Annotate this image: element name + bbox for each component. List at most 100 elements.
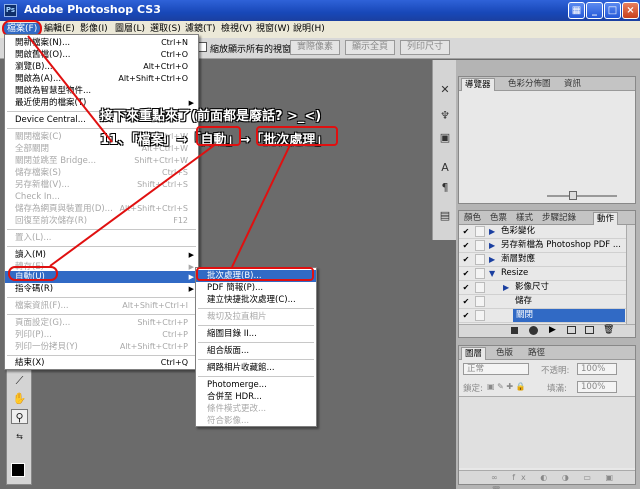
dialog-toggle[interactable] bbox=[475, 282, 485, 293]
expand-arrow-icon[interactable]: ▶ bbox=[489, 253, 495, 266]
play-icon[interactable]: ▶ bbox=[549, 325, 556, 335]
dialog-toggle[interactable] bbox=[475, 240, 485, 251]
zoom-slider-thumb[interactable] bbox=[569, 191, 577, 200]
zoom-slider[interactable] bbox=[547, 195, 617, 197]
tab-navigator[interactable]: 導覽器 bbox=[461, 78, 495, 91]
menu-item-scripts[interactable]: 指令碼(R) ▶ bbox=[5, 283, 198, 295]
swap-colors-icon[interactable]: ⇆ bbox=[11, 429, 28, 444]
tab-channels[interactable]: 色版 bbox=[493, 347, 516, 360]
menu-view[interactable]: 檢視(V) bbox=[218, 23, 255, 36]
tab-layers[interactable]: 圖層 bbox=[461, 347, 487, 360]
clone-source-icon[interactable]: ▣ bbox=[437, 130, 453, 146]
menu-item-close-go-bridge: 關閉並跳至 Bridge... Shift+Ctrl+W bbox=[15, 156, 188, 166]
record-icon[interactable] bbox=[529, 326, 538, 335]
new-set-icon[interactable] bbox=[567, 326, 576, 334]
character-icon[interactable]: A bbox=[437, 160, 453, 176]
submenu-item-conditional-mode-change: 條件模式更改... bbox=[207, 404, 267, 414]
fill-field[interactable]: 100% bbox=[577, 381, 617, 393]
action-row[interactable]: ✔ ▼ Resize bbox=[459, 267, 627, 281]
menu-item-open-as[interactable]: 開啟為(A)... Alt+Shift+Ctrl+O bbox=[5, 73, 198, 85]
check-icon[interactable]: ✔ bbox=[461, 296, 471, 307]
menu-item-open-smart-object[interactable]: 開啟為智慧型物件... bbox=[5, 85, 198, 97]
dialog-toggle[interactable] bbox=[475, 226, 485, 237]
submenu-item-merge-hdr[interactable]: 合併至 HDR... bbox=[196, 391, 316, 403]
trash-icon[interactable]: 🗑 bbox=[603, 325, 614, 335]
menu-item-save-for-web: 儲存為網頁與裝置用(D)... Alt+Shift+Ctrl+S bbox=[15, 204, 188, 214]
layer-comps-icon[interactable]: ▤ bbox=[437, 208, 453, 224]
foreground-color-swatch[interactable] bbox=[11, 463, 25, 477]
new-action-icon[interactable] bbox=[585, 326, 594, 334]
menu-item-import[interactable]: 讀入(M) ▶ bbox=[5, 249, 198, 261]
menu-item-browse[interactable]: 瀏覽(B)... Alt+Ctrl+O bbox=[5, 61, 198, 73]
menu-item-new[interactable]: 開新檔案(N)... Ctrl+N bbox=[5, 37, 198, 49]
menu-item-save-as: 另存新檔(V)... Shift+Ctrl+S bbox=[15, 180, 188, 190]
submenu-item-picture-package[interactable]: 組合版面... bbox=[196, 345, 316, 357]
tab-swatches[interactable]: 色票 bbox=[487, 212, 510, 225]
menu-separator bbox=[7, 246, 196, 247]
zoom-tool-icon[interactable]: ⚲ bbox=[11, 409, 28, 424]
paragraph-icon[interactable]: ¶ bbox=[437, 180, 453, 196]
submenu-arrow-icon: ▶ bbox=[188, 273, 194, 281]
print-size-button[interactable]: 列印尺寸 bbox=[400, 40, 450, 55]
menu-item-exit[interactable]: 結束(X) Ctrl+Q bbox=[5, 357, 198, 369]
fit-screen-button[interactable]: 顯示全頁 bbox=[345, 40, 395, 55]
blend-mode-select[interactable]: 正常 bbox=[463, 363, 529, 375]
check-icon[interactable]: ✔ bbox=[461, 254, 471, 265]
maximize-button[interactable]: □ bbox=[604, 2, 621, 19]
opacity-field[interactable]: 100% bbox=[577, 363, 617, 375]
dialog-toggle[interactable] bbox=[475, 296, 485, 307]
tab-histogram[interactable]: 色彩分佈圖 bbox=[505, 78, 554, 91]
tools-presets-icon[interactable]: ✕ bbox=[437, 82, 453, 98]
check-icon[interactable]: ✔ bbox=[461, 310, 471, 321]
action-row-selected[interactable]: ✔ 關閉 bbox=[459, 309, 627, 323]
tab-paths[interactable]: 路徑 bbox=[525, 347, 548, 360]
expand-arrow-icon[interactable]: ▶ bbox=[489, 239, 495, 252]
menu-help[interactable]: 說明(H) bbox=[290, 23, 328, 36]
eyedropper-tool-icon[interactable]: ⟋ bbox=[11, 373, 28, 388]
tab-color[interactable]: 顏色 bbox=[461, 212, 484, 225]
tab-history[interactable]: 步驟記錄 bbox=[539, 212, 579, 225]
actual-pixels-button[interactable]: 實際像素 bbox=[290, 40, 340, 55]
submenu-item-contact-sheet[interactable]: 縮圖目錄 II... bbox=[196, 328, 316, 340]
submenu-item-pdf-presentation[interactable]: PDF 簡報(P)... bbox=[196, 282, 316, 294]
check-icon[interactable]: ✔ bbox=[461, 282, 471, 293]
action-row[interactable]: ✔ ▶ 色彩變化 bbox=[459, 225, 627, 239]
actions-tabs: 顏色 色票 樣式 步驟記錄 動作 bbox=[459, 211, 635, 225]
stop-icon[interactable] bbox=[511, 327, 518, 334]
menu-item-place: 置入(L)... bbox=[15, 233, 52, 243]
check-icon[interactable]: ✔ bbox=[461, 268, 471, 279]
fill-label: 填滿: bbox=[547, 384, 567, 394]
workspace-icon[interactable]: ▦ bbox=[568, 2, 585, 19]
action-row[interactable]: ✔ 儲存 bbox=[459, 295, 627, 309]
close-button[interactable]: × bbox=[622, 2, 639, 19]
tab-styles[interactable]: 樣式 bbox=[513, 212, 536, 225]
zoom-all-windows-label: 縮放顯示所有的視窗 bbox=[210, 45, 292, 55]
menu-separator bbox=[198, 308, 314, 309]
actions-scrollbar[interactable] bbox=[626, 225, 635, 324]
dialog-toggle[interactable] bbox=[475, 254, 485, 265]
submenu-item-web-gallery[interactable]: 網路相片收藏館... bbox=[196, 362, 316, 374]
tab-info[interactable]: 資訊 bbox=[561, 78, 584, 91]
layers-toolbar-icons[interactable]: ∞ fx ◐ ◑ ▭ ▣ 🗑 bbox=[459, 470, 635, 489]
menu-item-open[interactable]: 開啟舊檔(O)... Ctrl+O bbox=[5, 49, 198, 61]
hand-tool-icon[interactable]: ✋ bbox=[11, 391, 28, 406]
action-row[interactable]: ✔ ▶ 影像尺寸 bbox=[459, 281, 627, 295]
submenu-item-photomerge[interactable]: Photomerge... bbox=[196, 379, 316, 391]
lock-icons[interactable]: ▣ ✎ ✚ 🔒 bbox=[487, 382, 526, 391]
check-icon[interactable]: ✔ bbox=[461, 226, 471, 237]
check-icon[interactable]: ✔ bbox=[461, 240, 471, 251]
action-row[interactable]: ✔ ▶ 另存新檔為 Photoshop PDF ... bbox=[459, 239, 627, 253]
minimize-button[interactable]: _ bbox=[586, 2, 603, 19]
submenu-item-create-droplet[interactable]: 建立快捷批次處理(C)... bbox=[196, 294, 316, 306]
dialog-toggle[interactable] bbox=[475, 268, 485, 279]
tab-actions[interactable]: 動作 bbox=[593, 212, 619, 225]
action-row[interactable]: ✔ ▶ 漸層對應 bbox=[459, 253, 627, 267]
brush-icon[interactable]: ♆ bbox=[437, 108, 453, 124]
collapse-arrow-icon[interactable]: ▼ bbox=[489, 267, 495, 280]
menu-separator bbox=[198, 376, 314, 377]
file-menu-dropdown: 開新檔案(N)... Ctrl+N 開啟舊檔(O)... Ctrl+O 瀏覽(B).… bbox=[4, 34, 199, 370]
expand-arrow-icon[interactable]: ▶ bbox=[489, 225, 495, 238]
expand-arrow-icon[interactable]: ▶ bbox=[503, 281, 509, 294]
menu-window[interactable]: 視窗(W) bbox=[253, 23, 293, 36]
dialog-toggle[interactable] bbox=[475, 310, 485, 321]
